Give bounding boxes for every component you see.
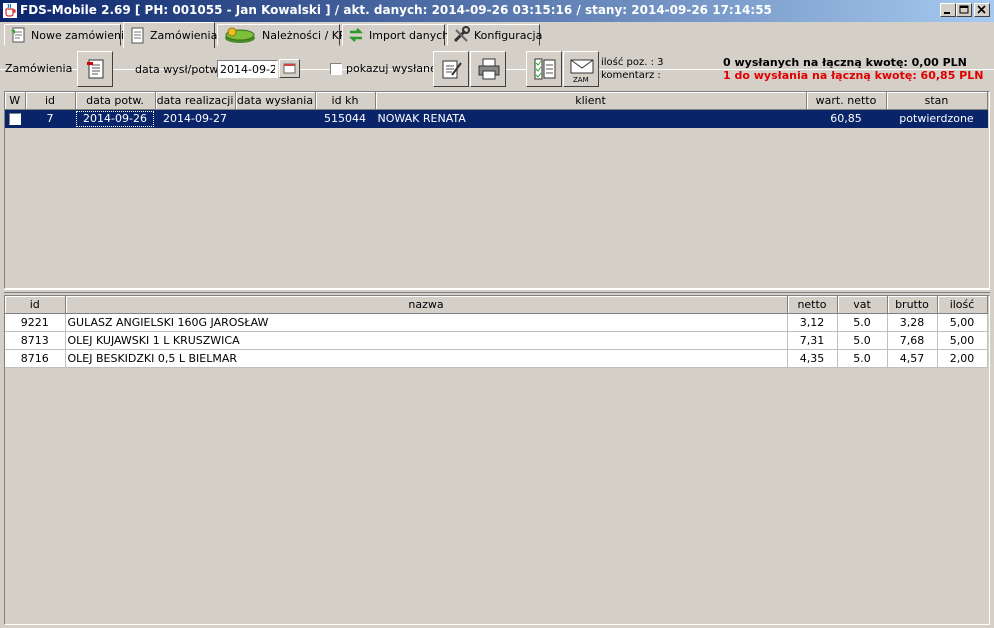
- order-id: 7: [25, 109, 76, 128]
- send-order-button[interactable]: ZAM: [563, 51, 599, 87]
- tab-configuration[interactable]: Konfiguracja: [447, 24, 543, 46]
- realization-date: 2014-09-27: [155, 109, 236, 128]
- edit-document-icon: [442, 60, 462, 79]
- tab-new-order[interactable]: Nowe zamówienie: [4, 24, 131, 46]
- to-send-summary: 1 do wysłania na łączną kwotę: 60,85 PLN: [723, 69, 984, 82]
- table-row[interactable]: 9221 GULASZ ANGIELSKI 160G JAROSŁAW 3,12…: [5, 313, 988, 332]
- net-value: 60,85: [806, 109, 887, 128]
- tools-icon: [452, 26, 470, 44]
- col-header[interactable]: id: [5, 296, 66, 314]
- window-title: FDS-Mobile 2.69 [ PH: 001055 - Jan Kowal…: [20, 3, 772, 17]
- col-header[interactable]: data potw.: [75, 92, 156, 110]
- maximize-button[interactable]: [956, 3, 972, 17]
- orders-icon: [128, 27, 146, 45]
- orders-table-panel: W id data potw. data realizacji data wys…: [4, 91, 990, 289]
- orders-toolbar: Zamówienia data wysł/potw: pokazuj wysła…: [0, 48, 994, 90]
- date-label: data wysł/potw:: [135, 63, 222, 76]
- tab-label: Nowe zamówienie: [31, 28, 131, 42]
- show-sent-label: pokazuj wysłane: [346, 62, 437, 75]
- printer-icon: [478, 58, 500, 80]
- col-header[interactable]: vat: [837, 296, 888, 314]
- col-header[interactable]: wart. netto: [806, 92, 887, 110]
- title-bar: FDS-Mobile 2.69 [ PH: 001055 - Jan Kowal…: [0, 0, 994, 22]
- item-net: 3,12: [787, 313, 838, 332]
- item-count: ilość poz. : 3: [601, 57, 664, 68]
- item-vat: 5.0: [837, 313, 888, 332]
- item-id: 8713: [5, 331, 66, 350]
- col-header[interactable]: ilość: [937, 296, 988, 314]
- item-vat: 5.0: [837, 349, 888, 368]
- new-document-button[interactable]: [77, 51, 113, 87]
- item-id: 9221: [5, 313, 66, 332]
- comment-label: komentarz :: [601, 70, 661, 81]
- send-date: [235, 109, 316, 128]
- document-icon: [87, 59, 104, 79]
- section-label: Zamówienia: [5, 62, 73, 75]
- customer-name: NOWAK RENATA: [375, 109, 807, 128]
- item-gross: 7,68: [887, 331, 938, 350]
- order-status: potwierdzone: [886, 109, 988, 128]
- item-name: OLEJ KUJAWSKI 1 L KRUSZWICA: [65, 331, 788, 350]
- tab-label: Należności / KP: [262, 28, 346, 42]
- item-quantity: 5,00: [937, 331, 988, 350]
- import-arrows-icon: [347, 26, 365, 44]
- sent-summary: 0 wysłanych na łączną kwotę: 0,00 PLN: [723, 56, 967, 69]
- minimize-button[interactable]: [940, 3, 956, 17]
- table-row[interactable]: 7 2014-09-26 2014-09-27 515044 NOWAK REN…: [5, 109, 988, 128]
- item-quantity: 2,00: [937, 349, 988, 368]
- tab-label: Konfiguracja: [474, 28, 543, 42]
- col-header[interactable]: stan: [886, 92, 988, 110]
- col-header[interactable]: klient: [375, 92, 807, 110]
- money-icon: [222, 26, 258, 44]
- col-header[interactable]: id: [25, 92, 76, 110]
- table-row[interactable]: 8716 OLEJ BESKIDZKI 0,5 L BIELMAR 4,35 5…: [5, 349, 988, 368]
- tab-orders[interactable]: Zamówienia: [123, 22, 218, 48]
- calendar-button[interactable]: [279, 59, 300, 78]
- send-flag-checkbox[interactable]: [8, 113, 21, 125]
- item-net: 4,35: [787, 349, 838, 368]
- confirmation-date: 2014-09-26: [75, 109, 156, 128]
- item-quantity: 5,00: [937, 313, 988, 332]
- calendar-icon: [283, 63, 296, 74]
- item-gross: 3,28: [887, 313, 938, 332]
- item-name: OLEJ BESKIDZKI 0,5 L BIELMAR: [65, 349, 788, 368]
- table-row[interactable]: 8713 OLEJ KUJAWSKI 1 L KRUSZWICA 7,31 5.…: [5, 331, 988, 350]
- col-header[interactable]: nazwa: [65, 296, 788, 314]
- send-flag-cell[interactable]: [5, 109, 26, 128]
- zam-label: ZAM: [573, 76, 589, 84]
- item-net: 7,31: [787, 331, 838, 350]
- tab-label: Zamówienia: [150, 29, 218, 42]
- items-table: id nazwa netto vat brutto ilość 9221 GUL…: [5, 296, 988, 368]
- tab-receivables[interactable]: Należności / KP: [217, 24, 346, 46]
- new-order-icon: [9, 26, 27, 44]
- tab-label: Import danych: [369, 28, 450, 42]
- item-id: 8716: [5, 349, 66, 368]
- col-header[interactable]: id kh: [315, 92, 376, 110]
- col-header[interactable]: data wysłania: [235, 92, 316, 110]
- items-table-panel: id nazwa netto vat brutto ilość 9221 GUL…: [4, 295, 990, 625]
- col-header[interactable]: brutto: [887, 296, 938, 314]
- edit-button[interactable]: [433, 51, 469, 87]
- tab-strip: Nowe zamówienie Zamówienia Należności / …: [0, 22, 994, 70]
- checklist-icon: [534, 58, 556, 80]
- panel-splitter[interactable]: [4, 289, 990, 293]
- col-header[interactable]: netto: [787, 296, 838, 314]
- checklist-button[interactable]: [526, 51, 562, 87]
- orders-table: W id data potw. data realizacji data wys…: [5, 92, 988, 128]
- close-button[interactable]: [974, 3, 990, 17]
- col-header[interactable]: W: [5, 92, 26, 110]
- item-gross: 4,57: [887, 349, 938, 368]
- items-header-row: id nazwa netto vat brutto ilość: [5, 296, 988, 314]
- col-header[interactable]: data realizacji: [155, 92, 236, 110]
- tab-import[interactable]: Import danych: [342, 24, 449, 46]
- orders-header-row: W id data potw. data realizacji data wys…: [5, 92, 988, 110]
- customer-id: 515044: [315, 109, 376, 128]
- item-vat: 5.0: [837, 331, 888, 350]
- print-button[interactable]: [470, 51, 506, 87]
- java-cup-icon: [3, 3, 17, 18]
- date-field[interactable]: [217, 60, 278, 78]
- show-sent-checkbox[interactable]: [330, 63, 342, 75]
- item-name: GULASZ ANGIELSKI 160G JAROSŁAW: [65, 313, 788, 332]
